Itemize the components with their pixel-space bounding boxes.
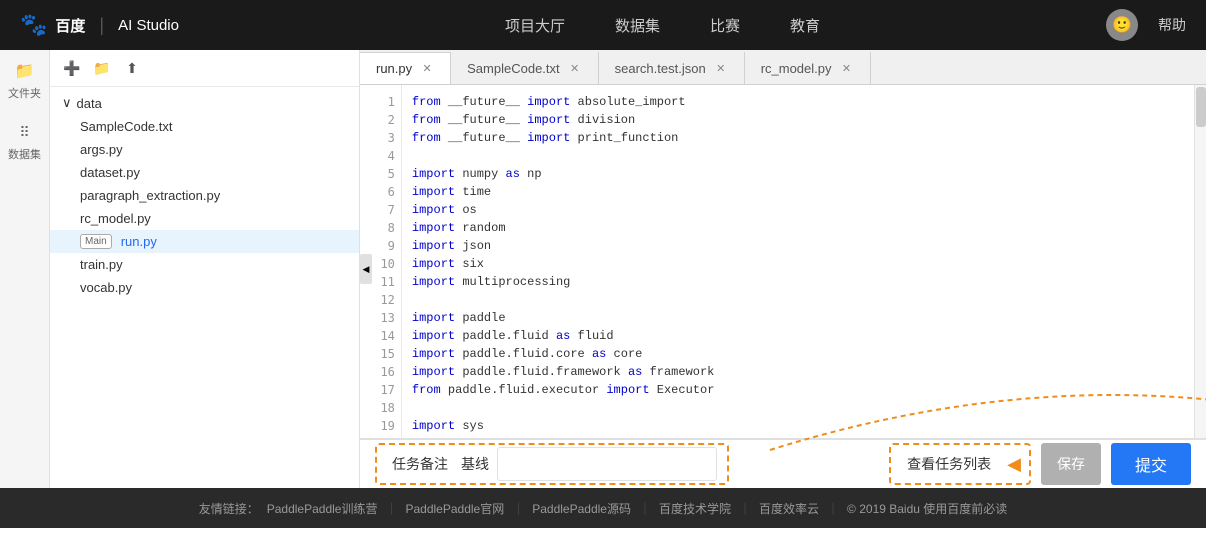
tab-rcmodel-label: rc_model.py [761,61,832,76]
tab-samplecode[interactable]: SampleCode.txt ✕ [451,52,599,84]
footer: 友情链接： PaddlePaddle训练营 ｜ PaddlePaddle官网 ｜… [0,488,1206,528]
file-samplecode-label: SampleCode.txt [80,119,173,134]
file-args[interactable]: args.py [50,138,359,161]
sidebar-icons: 📁 文件夹 ⠿ 数据集 [0,50,50,488]
new-folder-button[interactable]: 📁 [92,58,112,78]
folder-name: data [77,96,102,111]
footer-link-paddle-camp[interactable]: PaddlePaddle训练营 [267,500,378,517]
file-samplecode[interactable]: SampleCode.txt [50,115,359,138]
file-tree-toolbar: ➕ 📁 ⬆ [50,50,359,87]
file-dataset[interactable]: dataset.py [50,161,359,184]
nav-right: 🙂 帮助 [1106,9,1186,41]
tab-samplecode-label: SampleCode.txt [467,61,560,76]
footer-link-baidu-ai[interactable]: 百度技术学院 [659,500,731,517]
bottom-bar: 任务备注 基线 查看任务列表 ◀ [360,438,1206,488]
logo-divider: | [99,15,104,36]
file-rcmodel[interactable]: rc_model.py [50,207,359,230]
main-badge: Main [80,234,112,249]
brand-name: 百度 [55,15,85,36]
footer-copyright: © 2019 Baidu 使用百度前必读 [847,500,1007,517]
collapse-panel-button[interactable]: ◀ [360,254,372,284]
nav-item-dataset[interactable]: 数据集 [615,15,660,36]
file-vocab-label: vocab.py [80,280,132,295]
nav-item-project[interactable]: 项目大厅 [505,15,565,36]
code-content[interactable]: from __future__ import absolute_import f… [402,85,1194,438]
avatar[interactable]: 🙂 [1106,9,1138,41]
folder-data[interactable]: ∨ data [50,91,359,115]
scrollbar-thumb[interactable] [1196,87,1206,127]
logo-area: 🐾 百度 | AI Studio [20,12,179,38]
file-train-label: train.py [80,257,123,272]
code-editor[interactable]: 1234567891011121314151617181920 ▸2122232… [360,85,1206,438]
help-button[interactable]: 帮助 [1158,15,1186,35]
task-note-area: 任务备注 基线 [375,443,729,485]
tab-samplecode-close[interactable]: ✕ [568,61,582,75]
sidebar-item-files[interactable]: 📁 文件夹 [8,60,41,101]
dataset-icon: ⠿ [14,121,36,143]
file-tree-body: ∨ data SampleCode.txt args.py dataset.py… [50,87,359,303]
save-button[interactable]: 保存 [1041,443,1101,485]
file-vocab[interactable]: vocab.py [50,276,359,299]
file-runpy-label: run.py [121,234,157,249]
main-layout: 📁 文件夹 ⠿ 数据集 ➕ 📁 ⬆ ∨ data SampleCode.txt … [0,50,1206,488]
task-note-label: 任务备注 [387,454,453,474]
editor-area: ◀ run.py ✕ SampleCode.txt ✕ search.test.… [360,50,1206,488]
subtitle: AI Studio [118,17,179,34]
tab-searchtestjson-label: search.test.json [615,61,706,76]
footer-link-paddle-source[interactable]: PaddlePaddle源码 [532,500,631,517]
file-runpy[interactable]: Main run.py [50,230,359,253]
tab-rcmodel-close[interactable]: ✕ [840,61,854,75]
tab-runpy-close[interactable]: ✕ [420,62,434,76]
sidebar-files-label: 文件夹 [8,85,41,101]
tab-searchtestjson-close[interactable]: ✕ [714,61,728,75]
tab-searchtestjson[interactable]: search.test.json ✕ [599,52,745,84]
nav-item-education[interactable]: 教育 [790,15,820,36]
sidebar-dataset-label: 数据集 [8,146,41,162]
task-note-input[interactable] [497,447,717,481]
footer-prefix: 友情链接： [199,500,259,517]
baseline-label: 基线 [461,454,489,474]
tab-rcmodel[interactable]: rc_model.py ✕ [745,52,871,84]
file-paragraph-label: paragraph_extraction.py [80,188,220,203]
file-train[interactable]: train.py [50,253,359,276]
nav-item-competition[interactable]: 比赛 [710,15,740,36]
scrollbar-right[interactable] [1194,85,1206,438]
tab-bar: run.py ✕ SampleCode.txt ✕ search.test.js… [360,50,1206,85]
footer-link-baidu-efficiency[interactable]: 百度效率云 [759,500,819,517]
file-args-label: args.py [80,142,123,157]
submit-button[interactable]: 提交 [1111,443,1191,485]
file-tree: ➕ 📁 ⬆ ∨ data SampleCode.txt args.py data… [50,50,360,488]
nav-menu: 项目大厅 数据集 比赛 教育 [219,15,1106,36]
top-nav: 🐾 百度 | AI Studio 项目大厅 数据集 比赛 教育 🙂 帮助 [0,0,1206,50]
folder-icon: 📁 [14,60,36,82]
view-tasks-button[interactable]: 查看任务列表 [891,443,1007,485]
new-file-button[interactable]: ➕ [62,58,82,78]
tab-runpy[interactable]: run.py ✕ [360,52,451,84]
arrow-right-icon: ◀ [1007,454,1021,475]
upload-button[interactable]: ⬆ [122,58,142,78]
sidebar-item-datasets[interactable]: ⠿ 数据集 [8,121,41,162]
chevron-down-icon: ∨ [62,95,72,111]
file-paragraph[interactable]: paragraph_extraction.py [50,184,359,207]
file-rcmodel-label: rc_model.py [80,211,151,226]
footer-link-paddle-official[interactable]: PaddlePaddle官网 [405,500,504,517]
tab-runpy-label: run.py [376,61,412,76]
baidu-paw-icon: 🐾 [20,12,47,38]
file-dataset-label: dataset.py [80,165,140,180]
view-tasks-area: 查看任务列表 ◀ [889,443,1031,485]
